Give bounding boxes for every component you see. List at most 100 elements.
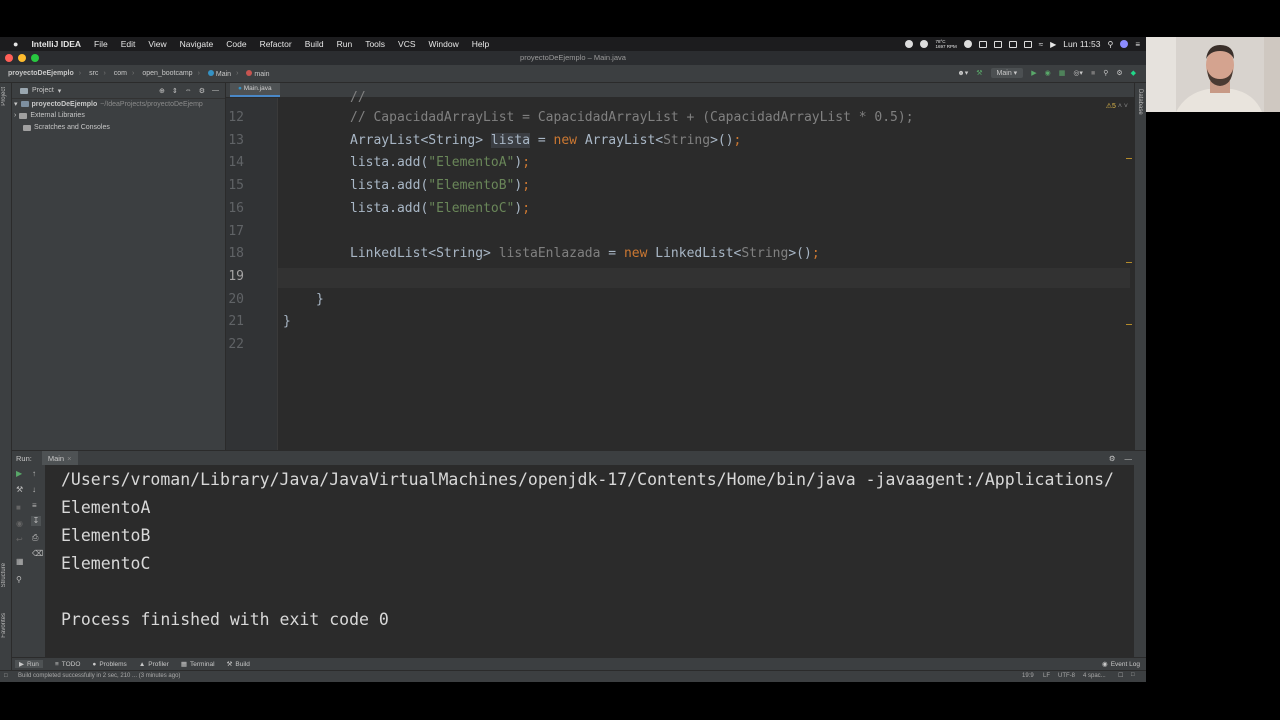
chevron-down-icon[interactable]: ▾ — [58, 87, 62, 95]
line-number: 19 — [228, 268, 244, 284]
status-icon[interactable] — [905, 40, 914, 48]
menu-tools[interactable]: Tools — [365, 39, 385, 49]
tree-root[interactable]: ▾ proyectoDeEjemplo ~/IdeaProjects/proye… — [14, 100, 203, 109]
tree-item-scratches[interactable]: Scratches and Consoles — [23, 124, 110, 131]
scroll-to-end-icon[interactable]: ↧ — [31, 516, 41, 526]
jetbrains-icon[interactable]: ◆ — [1131, 69, 1136, 77]
breadcrumb-com[interactable]: com — [114, 70, 127, 77]
search-everywhere-icon[interactable]: ⚲ — [1103, 69, 1108, 77]
gear-icon[interactable]: ⚙ — [1109, 454, 1116, 463]
volume-icon[interactable]: ▶ — [1050, 40, 1056, 49]
user-icon[interactable]: ☻▾ — [957, 69, 968, 77]
search-icon[interactable]: ⚲ — [1107, 40, 1113, 49]
memory-icon[interactable]: □ — [1131, 672, 1135, 678]
tool-tab-run[interactable]: ▶ Run — [15, 660, 43, 668]
indent-setting[interactable]: 4 spac... — [1083, 673, 1106, 679]
control-center-icon[interactable]: ≡ — [1135, 40, 1140, 49]
layout-icon[interactable]: ▦ — [16, 557, 24, 566]
cloud-icon[interactable] — [963, 40, 972, 48]
event-log-button[interactable]: ◉ Event Log — [1102, 660, 1140, 669]
system-monitor[interactable]: 78°C 1697 RPM — [935, 39, 956, 49]
menu-edit[interactable]: Edit — [121, 39, 136, 49]
tool-tab-terminal[interactable]: ▦ Terminal — [181, 660, 215, 669]
status-square-icon[interactable]: □ — [4, 673, 8, 679]
tool-tab-todo[interactable]: ≡ TODO — [55, 661, 80, 668]
app-menu[interactable]: IntelliJ IDEA — [31, 39, 81, 49]
record-icon[interactable] — [920, 40, 929, 48]
wrench-icon[interactable]: ⚒ — [16, 485, 23, 494]
favorites-tool-tab[interactable]: Favorites — [1, 613, 7, 638]
chevron-right-icon: › — [14, 112, 17, 119]
minimize-window-button[interactable] — [18, 54, 26, 62]
menu-window[interactable]: Window — [429, 39, 459, 49]
tool-tab-profiler[interactable]: ▲ Profiler — [139, 661, 169, 668]
profile-icon[interactable]: ◎▾ — [1073, 69, 1083, 77]
soft-wrap-icon[interactable]: ≡ — [32, 501, 37, 510]
rerun-icon[interactable]: ▶ — [16, 469, 22, 478]
line-separator[interactable]: LF — [1043, 673, 1050, 679]
stop-icon[interactable]: ■ — [16, 503, 21, 512]
run-icon[interactable]: ▶ — [1031, 69, 1036, 77]
hide-icon[interactable]: — — [212, 87, 219, 95]
breadcrumb-class[interactable]: Main — [207, 69, 231, 78]
tool-tab-problems[interactable]: ● Problems — [92, 661, 126, 668]
screen-icon[interactable] — [978, 40, 987, 48]
chevron-right-icon: › — [103, 70, 106, 77]
hide-icon[interactable]: — — [1125, 454, 1133, 463]
camera-icon[interactable]: ◉ — [16, 519, 23, 528]
run-config-select[interactable]: Main ▾ — [990, 68, 1024, 78]
menu-vcs[interactable]: VCS — [398, 39, 415, 49]
display-icon[interactable] — [993, 40, 1002, 48]
hammer-icon[interactable]: ⚒ — [976, 69, 982, 77]
lock-icon[interactable]: ☐ — [1118, 672, 1123, 679]
stop-icon[interactable]: ■ — [1091, 70, 1095, 77]
expand-all-icon[interactable]: ⇕ — [172, 87, 178, 95]
menu-build[interactable]: Build — [305, 39, 324, 49]
menu-code[interactable]: Code — [226, 39, 246, 49]
maximize-window-button[interactable] — [31, 54, 39, 62]
settings-icon[interactable]: ⚙ — [1116, 69, 1122, 77]
collapse-all-icon[interactable]: ⇔ — [185, 87, 192, 95]
exit-icon[interactable]: ↩ — [16, 535, 23, 544]
debug-icon[interactable]: ◉ — [1045, 69, 1051, 77]
project-tool-tab[interactable]: Project — [1, 87, 7, 106]
print-icon[interactable]: ⎙ — [32, 533, 38, 543]
wifi-icon[interactable]: ≈ — [1039, 40, 1043, 49]
status-message[interactable]: Build completed successfully in 2 sec, 2… — [18, 673, 180, 679]
window-title: proyectoDeEjemplo – Main.java — [520, 53, 626, 62]
locate-icon[interactable]: ⊕ — [159, 87, 165, 95]
battery-icon[interactable] — [1023, 40, 1032, 48]
breadcrumb-src[interactable]: src — [89, 70, 98, 77]
scroll-up-icon[interactable]: ↑ — [32, 469, 36, 478]
clock[interactable]: Lun 11:53 — [1063, 39, 1100, 49]
project-view-select[interactable]: Project — [32, 87, 54, 94]
file-encoding[interactable]: UTF-8 — [1058, 673, 1075, 679]
trash-icon[interactable]: ⌫ — [32, 549, 43, 558]
scroll-down-icon[interactable]: ↓ — [32, 485, 36, 494]
menu-help[interactable]: Help — [472, 39, 489, 49]
breadcrumb-method[interactable]: main — [246, 69, 270, 78]
console-output[interactable]: /Users/vroman/Library/Java/JavaVirtualMa… — [46, 465, 1134, 657]
breadcrumb-project[interactable]: proyectoDeEjemplo — [8, 70, 74, 77]
tool-tab-build[interactable]: ⚒ Build — [227, 660, 250, 669]
breadcrumb-package[interactable]: open_bootcamp — [142, 70, 192, 77]
structure-tool-tab[interactable]: Structure — [1, 563, 7, 587]
close-window-button[interactable] — [5, 54, 13, 62]
siri-icon[interactable] — [1120, 40, 1129, 48]
menu-file[interactable]: File — [94, 39, 108, 49]
coverage-icon[interactable]: ▦ — [1059, 69, 1066, 77]
tree-item-external-libraries[interactable]: › External Libraries — [14, 112, 85, 119]
gmail-icon[interactable] — [1008, 40, 1017, 48]
close-icon[interactable]: × — [67, 454, 71, 463]
menu-navigate[interactable]: Navigate — [180, 39, 214, 49]
gear-icon[interactable]: ⚙ — [199, 87, 205, 95]
pin-icon[interactable]: ⚲ — [16, 575, 22, 584]
apple-icon[interactable]: ● — [13, 39, 18, 49]
database-tool-tab[interactable]: Database — [1137, 89, 1143, 115]
menu-view[interactable]: View — [148, 39, 166, 49]
menu-run[interactable]: Run — [337, 39, 353, 49]
caret-position[interactable]: 19:9 — [1022, 673, 1034, 679]
tab-main-java[interactable]: ● Main.java — [230, 83, 280, 97]
menu-refactor[interactable]: Refactor — [260, 39, 292, 49]
run-tab-main[interactable]: Main × — [41, 451, 78, 465]
